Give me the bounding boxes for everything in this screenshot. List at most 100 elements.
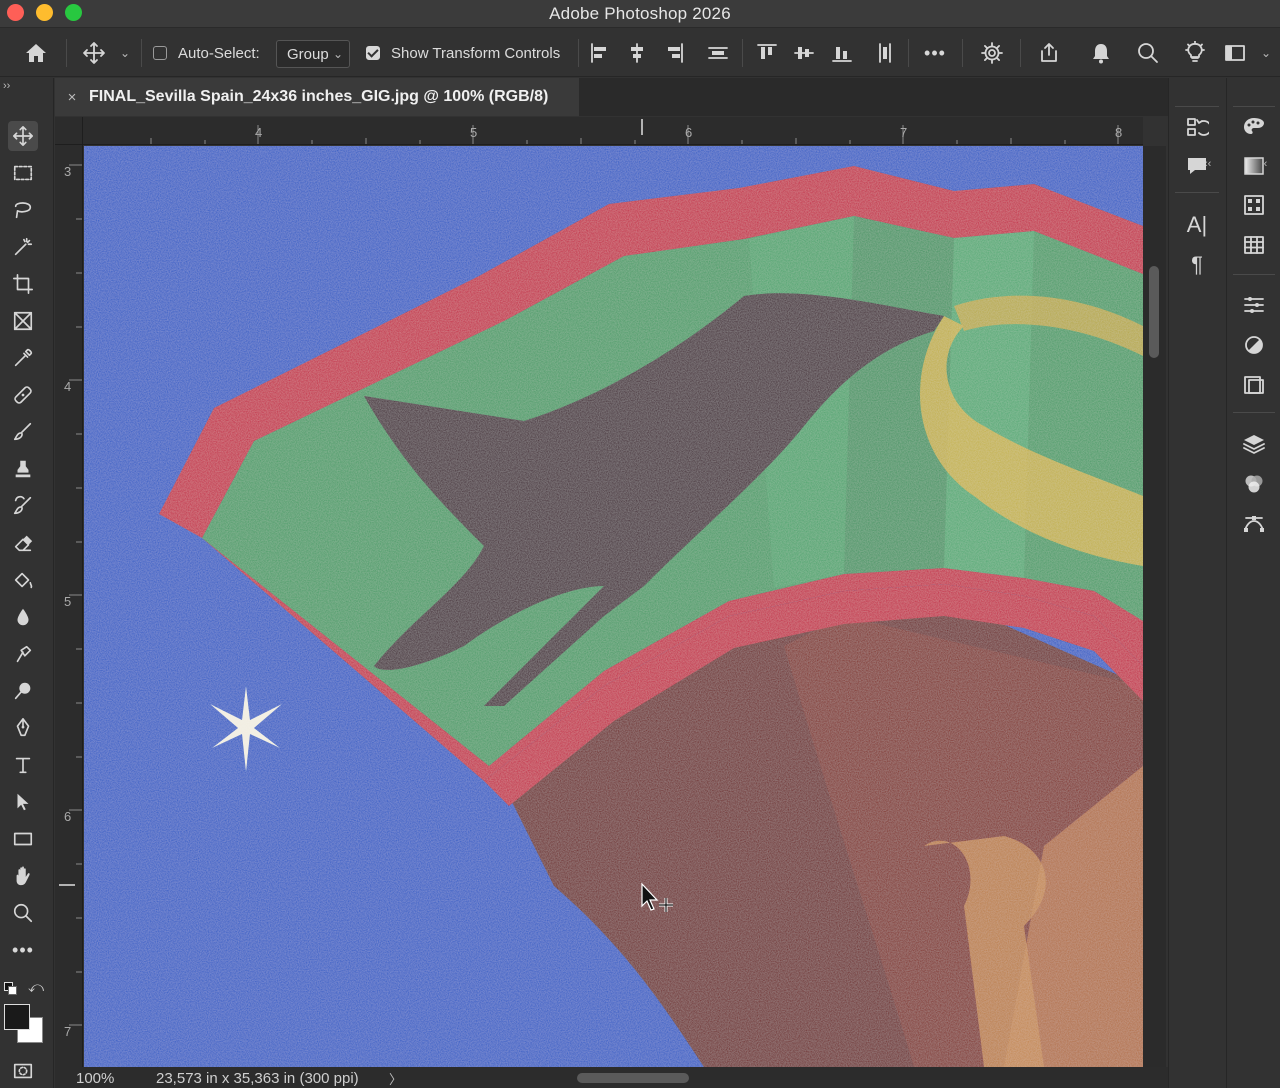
pen-tool[interactable] — [8, 713, 38, 743]
ruler-label: 5 — [470, 125, 478, 140]
character-icon[interactable]: A| — [1183, 211, 1211, 239]
show-transform-controls-label: Show Transform Controls — [391, 44, 561, 62]
paint-bucket-tool[interactable] — [8, 565, 38, 595]
align-horizontal-centers-icon[interactable] — [625, 29, 649, 77]
path-selection-tool[interactable] — [8, 787, 38, 817]
align-left-edges-icon[interactable] — [588, 29, 612, 77]
frame-tool[interactable] — [8, 306, 38, 336]
auto-select-target-dropdown[interactable]: Group ⌄ — [276, 40, 350, 68]
comments-icon[interactable] — [1183, 152, 1211, 180]
foreground-color-swatch[interactable] — [4, 1004, 30, 1030]
quick-mask-icon[interactable] — [8, 1056, 38, 1086]
color-swatches[interactable] — [4, 1004, 44, 1044]
healing-brush-tool[interactable] — [8, 380, 38, 410]
ruler-label: 5 — [64, 594, 72, 609]
ruler-label: 3 — [64, 164, 72, 179]
layers-icon[interactable] — [1240, 430, 1268, 458]
workspace-icon[interactable] — [1220, 29, 1250, 77]
document-canvas[interactable] — [84, 146, 1143, 1067]
toolbar-collapse-icon[interactable]: ›› — [3, 80, 10, 92]
paths-icon[interactable] — [1240, 510, 1268, 538]
align-bottom-edges-icon[interactable] — [830, 29, 854, 77]
vertical-scroll-thumb[interactable] — [1149, 266, 1159, 358]
auto-select-target-value: Group — [287, 45, 329, 63]
home-icon[interactable] — [18, 29, 54, 77]
marquee-tool[interactable] — [8, 158, 38, 188]
title-bar: Adobe Photoshop 2026 — [0, 0, 1280, 28]
close-tab-icon[interactable]: × — [55, 89, 89, 106]
distribute-horizontal-icon[interactable] — [872, 29, 898, 77]
smudge-tool[interactable] — [8, 639, 38, 669]
history-brush-tool[interactable] — [8, 491, 38, 521]
gear-icon[interactable] — [977, 29, 1007, 77]
window-title: Adobe Photoshop 2026 — [549, 4, 731, 23]
horizontal-ruler[interactable]: 4 5 6 7 8 — [83, 117, 1143, 145]
document-tab-title: FINAL_Sevilla Spain_24x36 inches_GIG.jpg… — [89, 88, 549, 105]
adjustments-icon[interactable] — [1240, 291, 1268, 319]
document-dimensions: 23,573 in x 35,363 in (300 ppi) — [156, 1070, 359, 1087]
ruler-origin[interactable] — [55, 117, 83, 145]
share-icon[interactable] — [1034, 29, 1064, 77]
panel-dock-narrow: ‹‹ A| ¶ — [1168, 78, 1224, 1088]
horizontal-scroll-thumb[interactable] — [577, 1073, 689, 1083]
hand-tool[interactable] — [8, 861, 38, 891]
ruler-label: 4 — [64, 379, 72, 394]
gradient-icon[interactable] — [1240, 152, 1268, 180]
ruler-label: 6 — [685, 125, 693, 140]
color-palette-icon[interactable] — [1240, 113, 1268, 141]
align-right-edges-icon[interactable] — [662, 29, 686, 77]
lasso-tool[interactable] — [8, 195, 38, 225]
ruler-label: 6 — [64, 809, 72, 824]
edit-toolbar-button[interactable]: ••• — [8, 935, 38, 965]
paragraph-icon[interactable]: ¶ — [1183, 251, 1211, 279]
options-bar: ⌄ Auto-Select: Group ⌄ Show Transform Co… — [0, 29, 1280, 77]
crop-tool[interactable] — [8, 269, 38, 299]
move-tool[interactable] — [8, 121, 38, 151]
properties-icon[interactable] — [1240, 331, 1268, 359]
ruler-label: 7 — [900, 125, 908, 140]
align-top-edges-icon[interactable] — [755, 29, 779, 77]
auto-select-label: Auto-Select: — [178, 44, 260, 62]
document-tab[interactable]: × FINAL_Sevilla Spain_24x36 inches_GIG.j… — [55, 78, 579, 116]
vertical-ruler[interactable]: 3 4 5 6 7 — [55, 145, 83, 1067]
align-vertical-centers-icon[interactable] — [792, 29, 816, 77]
history-icon[interactable] — [1183, 113, 1211, 141]
swap-colors-icon[interactable]: ⤺ — [28, 979, 44, 996]
zoom-tool[interactable] — [8, 898, 38, 928]
workspace-chevron-icon[interactable]: ⌄ — [1258, 29, 1274, 77]
ruler-label: 7 — [64, 1024, 72, 1039]
search-icon[interactable] — [1133, 29, 1163, 77]
auto-select-check-box-mark — [153, 46, 167, 60]
eraser-tool[interactable] — [8, 528, 38, 558]
lightbulb-icon[interactable] — [1180, 29, 1210, 77]
rectangle-tool[interactable] — [8, 824, 38, 854]
ruler-label: 8 — [1115, 125, 1123, 140]
distribute-vertical-icon[interactable] — [705, 29, 731, 77]
libraries-icon[interactable] — [1240, 371, 1268, 399]
eyedropper-tool[interactable] — [8, 343, 38, 373]
magic-wand-tool[interactable] — [8, 232, 38, 262]
status-bar: 100% 23,573 in x 35,363 in (300 ppi) 〉 — [55, 1067, 1168, 1088]
status-menu-arrow[interactable]: 〉 — [389, 1069, 402, 1088]
swatches-grid-icon[interactable] — [1240, 231, 1268, 259]
blur-tool[interactable] — [8, 602, 38, 632]
move-tool-preset-icon[interactable] — [78, 29, 110, 77]
type-tool[interactable] — [8, 750, 38, 780]
patterns-icon[interactable] — [1240, 191, 1268, 219]
brush-tool[interactable] — [8, 417, 38, 447]
document-tab-bar: × FINAL_Sevilla Spain_24x36 inches_GIG.j… — [55, 78, 1168, 116]
more-options-button[interactable]: ••• — [918, 29, 952, 77]
auto-select-checkbox[interactable] — [152, 29, 168, 77]
chevron-down-icon: ⌄ — [332, 47, 343, 61]
default-colors-icon[interactable] — [4, 982, 18, 996]
tool-preset-chevron-icon[interactable]: ⌄ — [116, 29, 134, 77]
channels-icon[interactable] — [1240, 470, 1268, 498]
clone-stamp-tool[interactable] — [8, 454, 38, 484]
zoom-level[interactable]: 100% — [76, 1070, 114, 1087]
ruler-label: 4 — [255, 125, 263, 140]
show-transform-controls-checkbox[interactable] — [365, 29, 381, 77]
bell-icon[interactable] — [1086, 29, 1116, 77]
dodge-tool[interactable] — [8, 676, 38, 706]
vertical-scrollbar[interactable] — [1143, 146, 1166, 1067]
show-transform-check-mark — [366, 46, 380, 60]
